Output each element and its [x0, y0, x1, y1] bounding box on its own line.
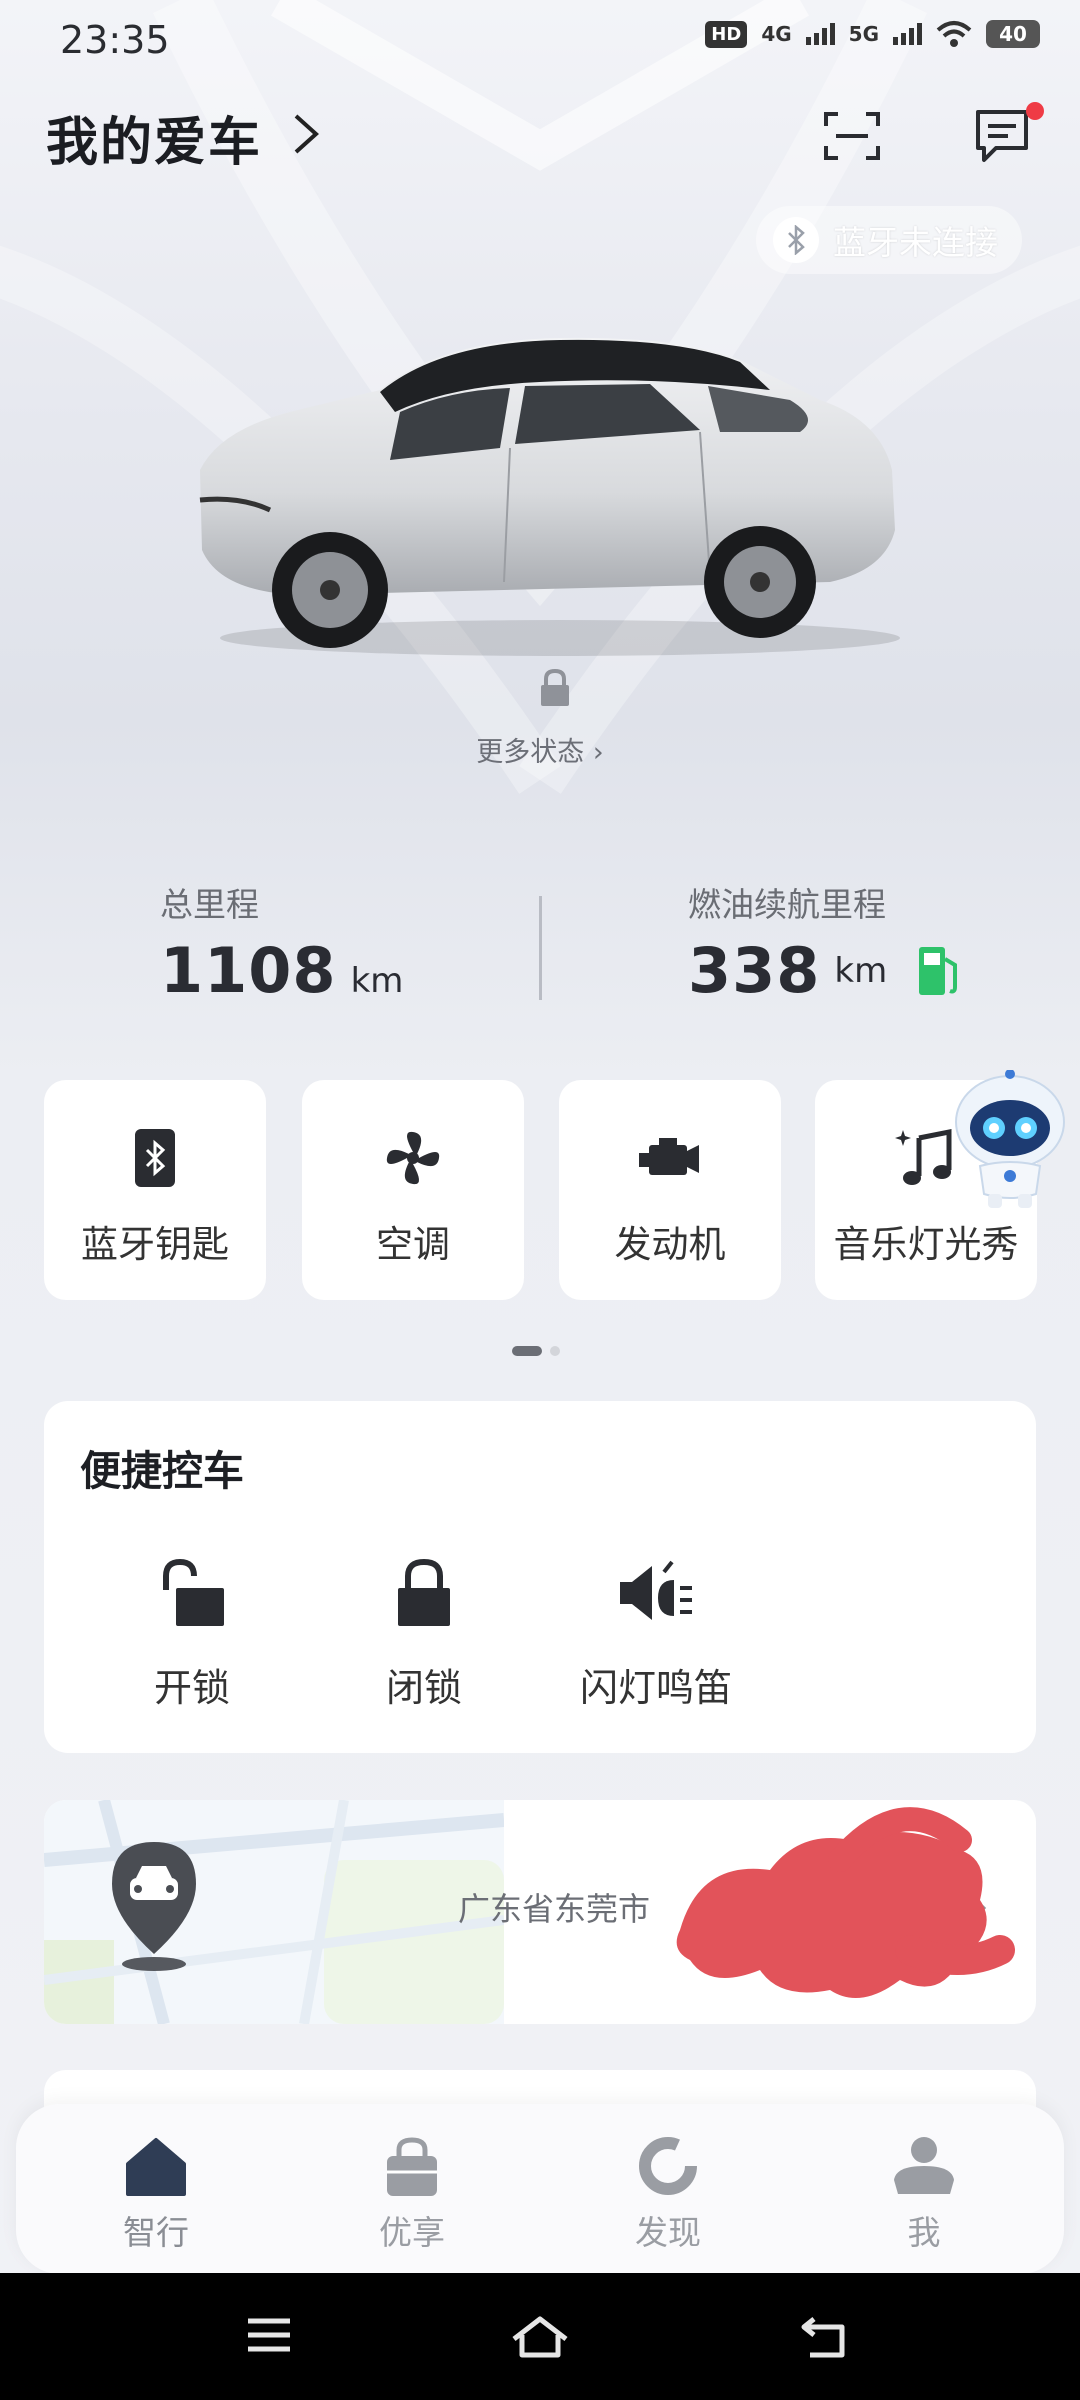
engine-icon: [639, 1138, 699, 1175]
bottom-navigation: 智行 优享 发现 我: [16, 2104, 1064, 2274]
assistant-robot-icon[interactable]: [950, 1070, 1070, 1210]
discover-icon: [639, 2137, 697, 2195]
signal-icon: [805, 23, 835, 45]
bag-icon: [387, 2137, 437, 2196]
fuel-range-value: 338: [688, 934, 821, 1007]
total-mileage: 总里程 1108 km: [160, 878, 403, 1007]
scan-icon[interactable]: [822, 108, 882, 164]
nav-item-me[interactable]: 我: [824, 2122, 1024, 2254]
quick-control-title: 便捷控车: [80, 1447, 244, 1495]
home-icon: [126, 2138, 186, 2196]
location-address: 广东省东莞市: [458, 1890, 651, 1928]
fuel-pump-icon: [919, 946, 958, 995]
page-title[interactable]: 我的爱车: [46, 100, 262, 175]
quick-item-label: 闪灯鸣笛: [579, 1666, 732, 1710]
menu-icon[interactable]: [244, 2313, 294, 2357]
function-label: 音乐灯光秀: [833, 1223, 1019, 1266]
quick-item-label: 闭锁: [385, 1666, 462, 1710]
nav-label: 智行: [123, 2213, 189, 2252]
fuel-range-unit: km: [834, 950, 888, 991]
hd-icon: HD: [705, 20, 748, 48]
bluetooth-status-pill[interactable]: 蓝牙未连接: [756, 206, 1022, 274]
bluetooth-status-text: 蓝牙未连接: [833, 223, 998, 262]
function-label: 空调: [376, 1223, 450, 1266]
chevron-right-icon[interactable]: [288, 108, 324, 160]
car-image: [199, 337, 900, 656]
back-icon[interactable]: [800, 2313, 850, 2361]
quick-lock-button[interactable]: 闭锁: [324, 1553, 524, 1712]
nav-item-benefits[interactable]: 优享: [312, 2122, 512, 2254]
total-mileage-label: 总里程: [160, 885, 259, 924]
status-icons: HD 4G 5G 40: [705, 20, 1040, 48]
chevron-right-icon: ›: [592, 737, 604, 768]
fan-icon: [386, 1131, 440, 1185]
total-mileage-value: 1108: [160, 934, 337, 1007]
network-5g-label: 5G: [848, 22, 879, 46]
quick-item-label: 开锁: [153, 1666, 230, 1710]
quick-flash-horn-button[interactable]: 闪灯鸣笛: [556, 1553, 756, 1712]
page-dot-active: [512, 1346, 542, 1356]
notification-badge: [1026, 102, 1044, 120]
quick-unlock-button[interactable]: 开锁: [92, 1553, 292, 1712]
unlock-icon: [163, 1558, 224, 1626]
function-card-engine[interactable]: 发动机: [559, 1080, 781, 1300]
nav-item-smart-travel[interactable]: 智行: [56, 2122, 256, 2254]
function-label: 发动机: [614, 1223, 726, 1266]
bluetooth-key-icon: [135, 1129, 175, 1187]
bluetooth-icon: [773, 217, 819, 263]
nav-label: 优享: [379, 2213, 445, 2252]
status-time: 23:35: [60, 18, 170, 62]
total-mileage-unit: km: [350, 961, 404, 1001]
more-status-link[interactable]: 更多状态 ›: [0, 730, 1080, 769]
network-4g-label: 4G: [761, 22, 792, 46]
nav-label: 我: [907, 2213, 941, 2252]
horn-icon: [620, 1560, 692, 1620]
lock-status-icon: [541, 668, 569, 706]
function-card-bluetooth-key[interactable]: 蓝牙钥匙: [44, 1080, 266, 1300]
fuel-range-label: 燃油续航里程: [688, 885, 886, 924]
redaction-scribble: [676, 1807, 1015, 1998]
more-status-label: 更多状态: [476, 737, 585, 768]
nav-label: 发现: [635, 2213, 701, 2252]
function-card-ac[interactable]: 空调: [302, 1080, 524, 1300]
page-dot: [550, 1346, 560, 1356]
car-location-pin-icon: [112, 1842, 196, 1971]
function-label: 蓝牙钥匙: [81, 1223, 229, 1266]
profile-icon: [894, 2137, 954, 2194]
fuel-range: 燃油续航里程 338 km: [688, 878, 963, 1007]
lock-icon: [398, 1558, 450, 1626]
system-navigation-bar: [0, 2273, 1080, 2400]
nav-item-discover[interactable]: 发现: [568, 2122, 768, 2254]
wifi-icon: [936, 21, 972, 47]
stats-divider: [539, 896, 542, 1000]
home-button-icon[interactable]: [510, 2313, 570, 2361]
quick-control-card: 便捷控车 开锁 闭锁 闪灯鸣笛: [44, 1401, 1036, 1753]
page-indicator: [512, 1346, 560, 1356]
signal-icon-2: [893, 23, 922, 45]
battery-icon: 40: [986, 20, 1040, 48]
message-icon[interactable]: [972, 106, 1032, 166]
